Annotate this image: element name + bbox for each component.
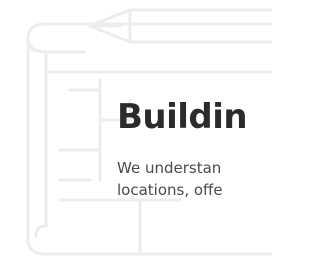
hero-section: Buildin We understan locations, offe: [0, 0, 272, 259]
hero-description-line: locations, offe: [117, 181, 223, 199]
page-title: Buildin: [117, 97, 248, 137]
hero-description-line: We understan: [117, 159, 222, 177]
hero-description: We understan locations, offe: [117, 157, 223, 201]
